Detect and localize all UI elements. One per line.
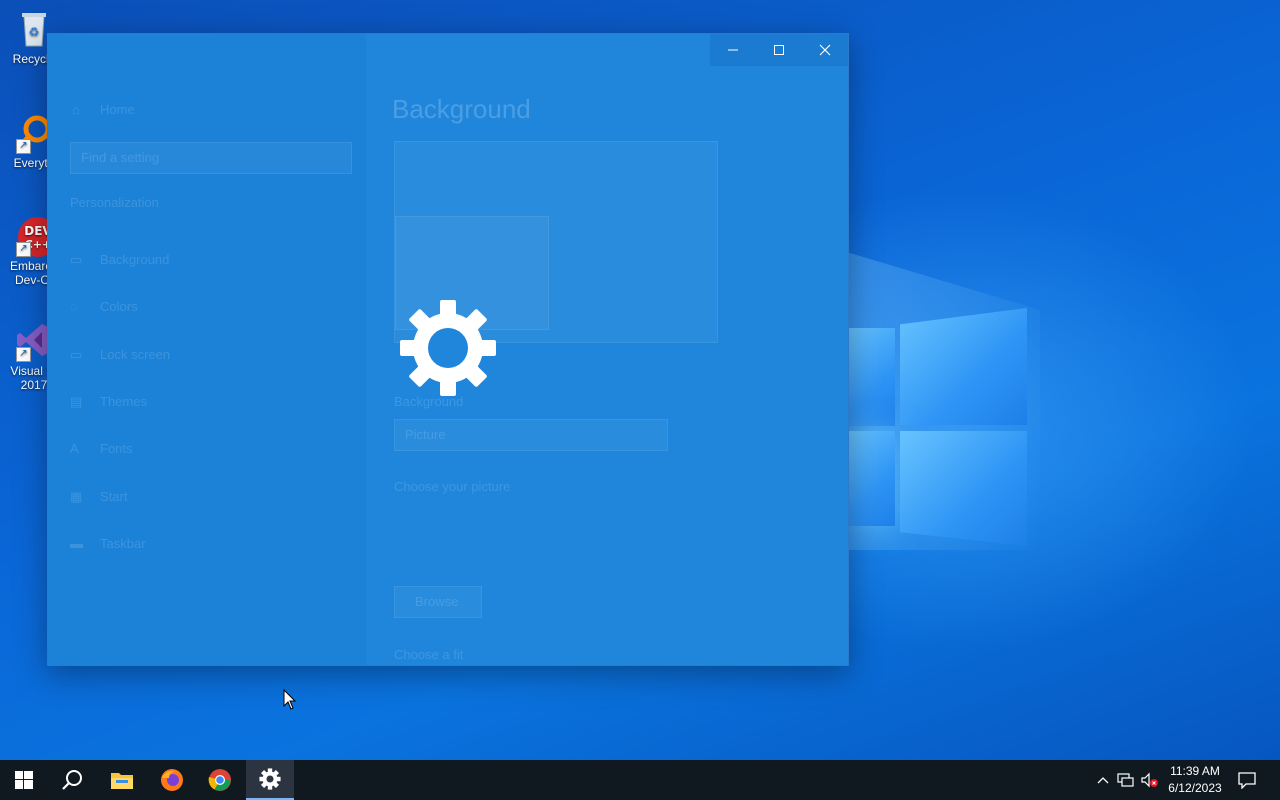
browse-button[interactable]: Browse [394,586,482,618]
gear-icon [400,300,496,396]
nav-item-themes[interactable]: Themes [100,394,147,409]
settings-nav-pane: ⌂ Home Find a setting Personalization ▭ … [48,34,366,665]
network-button[interactable] [1115,760,1137,800]
choose-picture-heading: Choose your picture [394,479,511,494]
network-icon [1117,773,1134,787]
shortcut-arrow-icon: ↗ [16,242,31,257]
volume-button[interactable] [1138,760,1160,800]
file-explorer-button[interactable] [98,760,146,800]
search-button[interactable] [48,760,96,800]
nav-item-fonts[interactable]: Fonts [100,441,133,456]
settings-window[interactable]: ⌂ Home Find a setting Personalization ▭ … [47,33,849,666]
start-button[interactable] [0,760,48,800]
maximize-icon [774,45,784,55]
chevron-up-icon [1097,777,1109,784]
taskbar-clock[interactable]: 11:39 AM 6/12/2023 [1158,760,1232,800]
browse-label: Browse [415,594,459,609]
monitor-icon: ▭ [70,347,83,362]
shortcut-arrow-icon: ↗ [16,139,31,154]
palette-icon: ◌ [70,299,78,314]
show-hidden-icons-button[interactable] [1092,760,1114,800]
firefox-button[interactable] [148,760,196,800]
action-center-icon [1238,772,1256,789]
start-menu-icon: ▦ [70,489,83,504]
brush-icon: ▤ [70,394,83,409]
action-center-button[interactable] [1232,760,1262,800]
firefox-icon [161,769,183,791]
clock-date: 6/12/2023 [1168,781,1222,795]
background-type-dropdown[interactable]: Picture [394,419,668,451]
settings-search-box[interactable]: Find a setting [70,142,352,174]
nav-item-lock-screen[interactable]: Lock screen [100,347,170,362]
minimize-icon [728,49,738,51]
nav-home[interactable]: Home [100,102,135,117]
nav-item-colors[interactable]: Colors [100,299,138,314]
home-icon: ⌂ [72,102,80,117]
nav-item-taskbar[interactable]: Taskbar [100,536,146,551]
settings-icon [259,768,281,790]
chrome-icon [208,769,231,791]
window-caption-buttons [710,34,848,66]
maximize-button[interactable] [756,34,802,66]
start-icon [15,771,33,789]
font-icon: A [70,441,79,456]
nav-item-start[interactable]: Start [100,489,127,504]
choose-fit-heading: Choose a fit [394,647,464,662]
file-explorer-icon [111,773,133,789]
clock-time: 11:39 AM [1170,764,1220,778]
picture-icon: ▭ [70,252,83,267]
mouse-cursor-icon [283,689,297,710]
close-button[interactable] [802,34,848,66]
shortcut-arrow-icon: ↗ [16,347,31,362]
volume-muted-icon [1141,772,1158,788]
background-type-value: Picture [405,427,446,442]
minimize-button[interactable] [710,34,756,66]
page-title: Background [392,94,531,124]
close-icon [819,44,831,56]
nav-item-background[interactable]: Background [100,252,169,267]
taskbar: 11:39 AM 6/12/2023 [0,760,1280,800]
nav-section-title: Personalization [70,195,159,210]
chrome-button[interactable] [196,760,244,800]
search-icon [62,770,82,790]
settings-search-placeholder: Find a setting [81,150,160,165]
taskbar-settings-icon: ▬ [70,536,83,551]
svg-text:♻: ♻ [29,25,40,39]
settings-taskbar-button[interactable] [246,760,294,800]
